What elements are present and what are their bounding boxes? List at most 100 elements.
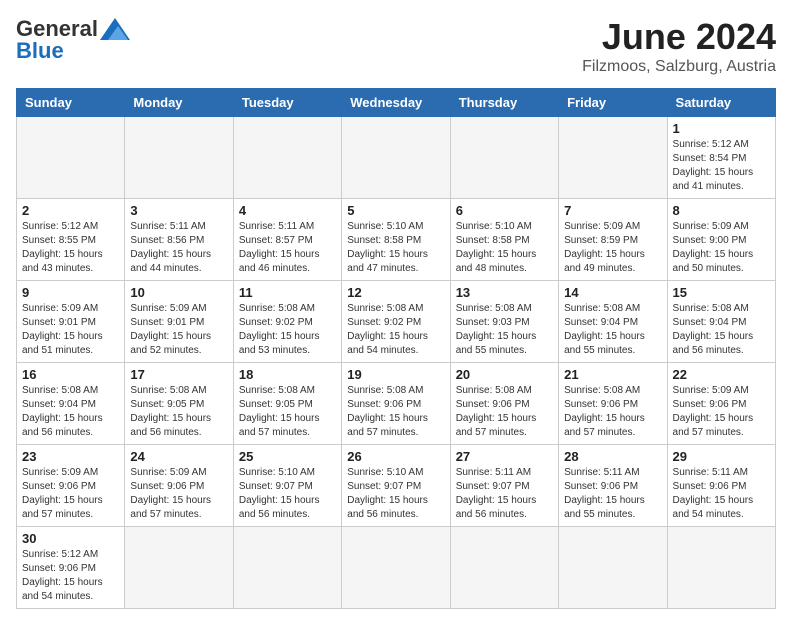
weekday-header-row: SundayMondayTuesdayWednesdayThursdayFrid… [17, 89, 776, 117]
day-info: Sunrise: 5:08 AM Sunset: 9:02 PM Dayligh… [347, 302, 444, 358]
page-header: General Blue June 2024 Filzmoos, Salzbur… [16, 16, 776, 76]
weekday-header-sunday: Sunday [17, 89, 125, 117]
logo-blue-text: Blue [16, 38, 64, 64]
calendar-cell: 15 Sunrise: 5:08 AM Sunset: 9:04 PM Dayli… [667, 281, 775, 363]
calendar-cell: 17 Sunrise: 5:08 AM Sunset: 9:05 PM Dayli… [125, 363, 233, 445]
calendar-cell: 26 Sunrise: 5:10 AM Sunset: 9:07 PM Dayli… [342, 445, 450, 527]
day-number: 24 [130, 449, 227, 464]
calendar-cell: 18 Sunrise: 5:08 AM Sunset: 9:05 PM Dayli… [233, 363, 341, 445]
calendar-cell [233, 117, 341, 199]
day-info: Sunrise: 5:12 AM Sunset: 8:54 PM Dayligh… [673, 138, 770, 194]
calendar-week-4: 23 Sunrise: 5:09 AM Sunset: 9:06 PM Dayli… [17, 445, 776, 527]
calendar-cell: 7Sunrise: 5:09 AM Sunset: 8:59 PM Daylig… [559, 199, 667, 281]
calendar-week-3: 16Sunrise: 5:08 AM Sunset: 9:04 PM Dayli… [17, 363, 776, 445]
calendar-cell: 11Sunrise: 5:08 AM Sunset: 9:02 PM Dayli… [233, 281, 341, 363]
day-number: 21 [564, 367, 661, 382]
day-number: 3 [130, 203, 227, 218]
day-number: 14 [564, 285, 661, 300]
calendar-week-5: 30 Sunrise: 5:12 AM Sunset: 9:06 PM Dayli… [17, 527, 776, 609]
day-number: 23 [22, 449, 119, 464]
calendar-cell: 28 Sunrise: 5:11 AM Sunset: 9:06 PM Dayli… [559, 445, 667, 527]
calendar-week-2: 9 Sunrise: 5:09 AM Sunset: 9:01 PM Daylig… [17, 281, 776, 363]
day-info: Sunrise: 5:08 AM Sunset: 9:03 PM Dayligh… [456, 302, 553, 358]
title-section: June 2024 Filzmoos, Salzburg, Austria [582, 16, 776, 76]
calendar-cell [342, 527, 450, 609]
weekday-header-friday: Friday [559, 89, 667, 117]
day-number: 26 [347, 449, 444, 464]
day-info: Sunrise: 5:08 AM Sunset: 9:06 PM Dayligh… [347, 384, 444, 440]
calendar-cell [125, 527, 233, 609]
day-number: 10 [130, 285, 227, 300]
day-info: Sunrise: 5:09 AM Sunset: 9:06 PM Dayligh… [22, 466, 119, 522]
day-info: Sunrise: 5:10 AM Sunset: 8:58 PM Dayligh… [347, 220, 444, 276]
calendar-cell: 20 Sunrise: 5:08 AM Sunset: 9:06 PM Dayli… [450, 363, 558, 445]
calendar-cell: 22 Sunrise: 5:09 AM Sunset: 9:06 PM Dayli… [667, 363, 775, 445]
day-number: 4 [239, 203, 336, 218]
page-title: June 2024 [582, 16, 776, 58]
calendar-cell: 3 Sunrise: 5:11 AM Sunset: 8:56 PM Daylig… [125, 199, 233, 281]
day-number: 2 [22, 203, 119, 218]
calendar-cell: 16Sunrise: 5:08 AM Sunset: 9:04 PM Dayli… [17, 363, 125, 445]
day-info: Sunrise: 5:11 AM Sunset: 8:57 PM Dayligh… [239, 220, 336, 276]
day-number: 1 [673, 121, 770, 136]
calendar-cell: 13 Sunrise: 5:08 AM Sunset: 9:03 PM Dayli… [450, 281, 558, 363]
calendar-cell [667, 527, 775, 609]
day-info: Sunrise: 5:08 AM Sunset: 9:06 PM Dayligh… [456, 384, 553, 440]
calendar-cell: 14 Sunrise: 5:08 AM Sunset: 9:04 PM Dayli… [559, 281, 667, 363]
day-info: Sunrise: 5:09 AM Sunset: 9:00 PM Dayligh… [673, 220, 770, 276]
day-info: Sunrise: 5:11 AM Sunset: 9:06 PM Dayligh… [564, 466, 661, 522]
day-info: Sunrise: 5:08 AM Sunset: 9:04 PM Dayligh… [673, 302, 770, 358]
logo: General Blue [16, 16, 130, 64]
calendar-cell: 9 Sunrise: 5:09 AM Sunset: 9:01 PM Daylig… [17, 281, 125, 363]
day-number: 17 [130, 367, 227, 382]
calendar-cell: 24Sunrise: 5:09 AM Sunset: 9:06 PM Dayli… [125, 445, 233, 527]
day-info: Sunrise: 5:10 AM Sunset: 9:07 PM Dayligh… [239, 466, 336, 522]
calendar-cell: 27Sunrise: 5:11 AM Sunset: 9:07 PM Dayli… [450, 445, 558, 527]
calendar-cell [559, 117, 667, 199]
calendar-cell [17, 117, 125, 199]
day-number: 29 [673, 449, 770, 464]
weekday-header-thursday: Thursday [450, 89, 558, 117]
day-info: Sunrise: 5:12 AM Sunset: 9:06 PM Dayligh… [22, 548, 119, 604]
day-info: Sunrise: 5:09 AM Sunset: 9:06 PM Dayligh… [673, 384, 770, 440]
day-number: 13 [456, 285, 553, 300]
day-info: Sunrise: 5:08 AM Sunset: 9:06 PM Dayligh… [564, 384, 661, 440]
day-info: Sunrise: 5:09 AM Sunset: 9:01 PM Dayligh… [130, 302, 227, 358]
day-number: 18 [239, 367, 336, 382]
day-info: Sunrise: 5:08 AM Sunset: 9:04 PM Dayligh… [22, 384, 119, 440]
day-number: 30 [22, 531, 119, 546]
calendar-cell [125, 117, 233, 199]
calendar-cell [342, 117, 450, 199]
calendar-cell: 4 Sunrise: 5:11 AM Sunset: 8:57 PM Daylig… [233, 199, 341, 281]
day-number: 27 [456, 449, 553, 464]
logo-icon [100, 18, 130, 40]
calendar-cell: 29Sunrise: 5:11 AM Sunset: 9:06 PM Dayli… [667, 445, 775, 527]
weekday-header-monday: Monday [125, 89, 233, 117]
day-info: Sunrise: 5:11 AM Sunset: 8:56 PM Dayligh… [130, 220, 227, 276]
day-number: 22 [673, 367, 770, 382]
day-info: Sunrise: 5:09 AM Sunset: 9:01 PM Dayligh… [22, 302, 119, 358]
day-info: Sunrise: 5:10 AM Sunset: 8:58 PM Dayligh… [456, 220, 553, 276]
day-number: 12 [347, 285, 444, 300]
weekday-header-saturday: Saturday [667, 89, 775, 117]
calendar-cell: 21 Sunrise: 5:08 AM Sunset: 9:06 PM Dayli… [559, 363, 667, 445]
calendar-cell: 6Sunrise: 5:10 AM Sunset: 8:58 PM Daylig… [450, 199, 558, 281]
day-info: Sunrise: 5:08 AM Sunset: 9:02 PM Dayligh… [239, 302, 336, 358]
day-number: 9 [22, 285, 119, 300]
weekday-header-tuesday: Tuesday [233, 89, 341, 117]
day-info: Sunrise: 5:08 AM Sunset: 9:05 PM Dayligh… [130, 384, 227, 440]
calendar-cell: 23 Sunrise: 5:09 AM Sunset: 9:06 PM Dayli… [17, 445, 125, 527]
calendar-cell: 8Sunrise: 5:09 AM Sunset: 9:00 PM Daylig… [667, 199, 775, 281]
day-number: 28 [564, 449, 661, 464]
calendar-cell: 5Sunrise: 5:10 AM Sunset: 8:58 PM Daylig… [342, 199, 450, 281]
calendar-cell: 30 Sunrise: 5:12 AM Sunset: 9:06 PM Dayli… [17, 527, 125, 609]
day-info: Sunrise: 5:08 AM Sunset: 9:05 PM Dayligh… [239, 384, 336, 440]
calendar-cell [559, 527, 667, 609]
day-number: 7 [564, 203, 661, 218]
day-number: 15 [673, 285, 770, 300]
day-info: Sunrise: 5:10 AM Sunset: 9:07 PM Dayligh… [347, 466, 444, 522]
day-number: 25 [239, 449, 336, 464]
day-info: Sunrise: 5:08 AM Sunset: 9:04 PM Dayligh… [564, 302, 661, 358]
calendar-table: SundayMondayTuesdayWednesdayThursdayFrid… [16, 88, 776, 609]
day-number: 20 [456, 367, 553, 382]
